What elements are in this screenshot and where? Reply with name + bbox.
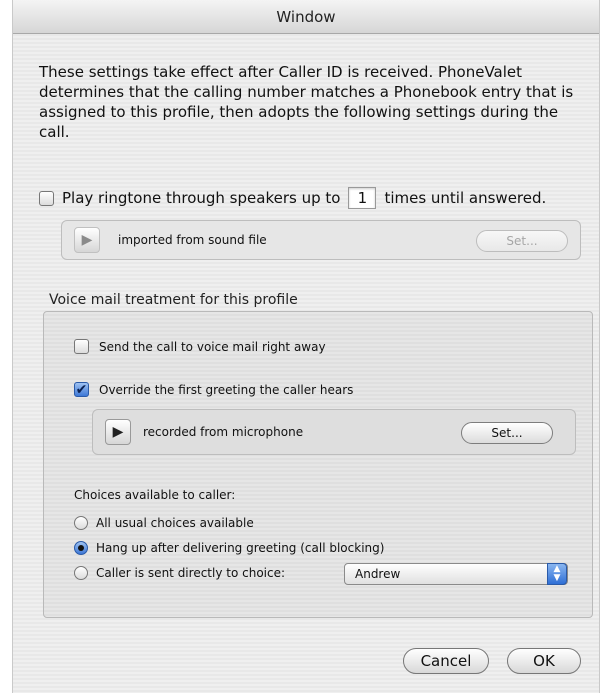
choice-row-direct: Caller is sent directly to choice:: [74, 566, 285, 580]
ringtone-sound-label: imported from sound file: [118, 233, 267, 247]
choice-radio-all-usual[interactable]: [74, 516, 88, 530]
ringtone-set-button[interactable]: Set...: [476, 230, 568, 252]
choice-popup-value: Andrew: [355, 567, 401, 581]
choice-radio-hang-up[interactable]: [74, 541, 88, 555]
send-right-away-row: Send the call to voice mail right away: [74, 339, 326, 354]
choice-label-hang-up: Hang up after delivering greeting (call …: [96, 541, 385, 555]
greeting-sound-label: recorded from microphone: [143, 425, 304, 439]
send-right-away-label: Send the call to voice mail right away: [99, 339, 326, 354]
ringtone-row: Play ringtone through speakers up to 1 t…: [39, 187, 546, 209]
ok-button[interactable]: OK: [507, 648, 581, 674]
choice-popup[interactable]: Andrew ▲ ▼: [344, 563, 568, 585]
override-greeting-checkbox[interactable]: ✔: [74, 382, 89, 397]
ringtone-checkbox[interactable]: [39, 190, 54, 206]
ringtone-label-after: times until answered.: [384, 189, 547, 207]
choice-row-hang-up: Hang up after delivering greeting (call …: [74, 541, 384, 555]
play-icon: ▶: [81, 232, 93, 248]
play-icon: ▶: [112, 424, 124, 440]
send-right-away-checkbox[interactable]: [74, 339, 89, 354]
voicemail-group-box: Send the call to voice mail right away ✔…: [43, 311, 593, 618]
ringtone-label-before: Play ringtone through speakers up to: [62, 189, 341, 207]
choice-label-all-usual: All usual choices available: [96, 516, 254, 530]
choices-label: Choices available to caller:: [74, 488, 236, 502]
voicemail-group-label: Voice mail treatment for this profile: [49, 292, 298, 308]
ringtone-times-field[interactable]: 1: [348, 187, 377, 209]
greeting-play-button[interactable]: ▶: [105, 419, 131, 445]
choice-row-all-usual: All usual choices available: [74, 516, 254, 530]
ringtone-play-button[interactable]: ▶: [74, 227, 100, 253]
override-greeting-label: Override the first greeting the caller h…: [99, 382, 354, 397]
dialog-window: Window These settings take effect after …: [12, 0, 600, 693]
choice-label-direct: Caller is sent directly to choice:: [96, 566, 286, 580]
ringtone-sound-box: ▶ imported from sound file Set...: [61, 220, 581, 260]
up-down-arrows-icon: ▲ ▼: [547, 563, 567, 585]
checkmark-icon: ✔: [75, 381, 88, 398]
greeting-set-button[interactable]: Set...: [461, 422, 553, 444]
override-greeting-row: ✔ Override the first greeting the caller…: [74, 382, 353, 397]
greeting-sound-box: ▶ recorded from microphone Set...: [92, 409, 576, 455]
window-title: Window: [13, 0, 599, 34]
intro-text: These settings take effect after Caller …: [39, 63, 574, 141]
cancel-button[interactable]: Cancel: [403, 648, 489, 674]
choice-radio-direct[interactable]: [74, 566, 88, 580]
